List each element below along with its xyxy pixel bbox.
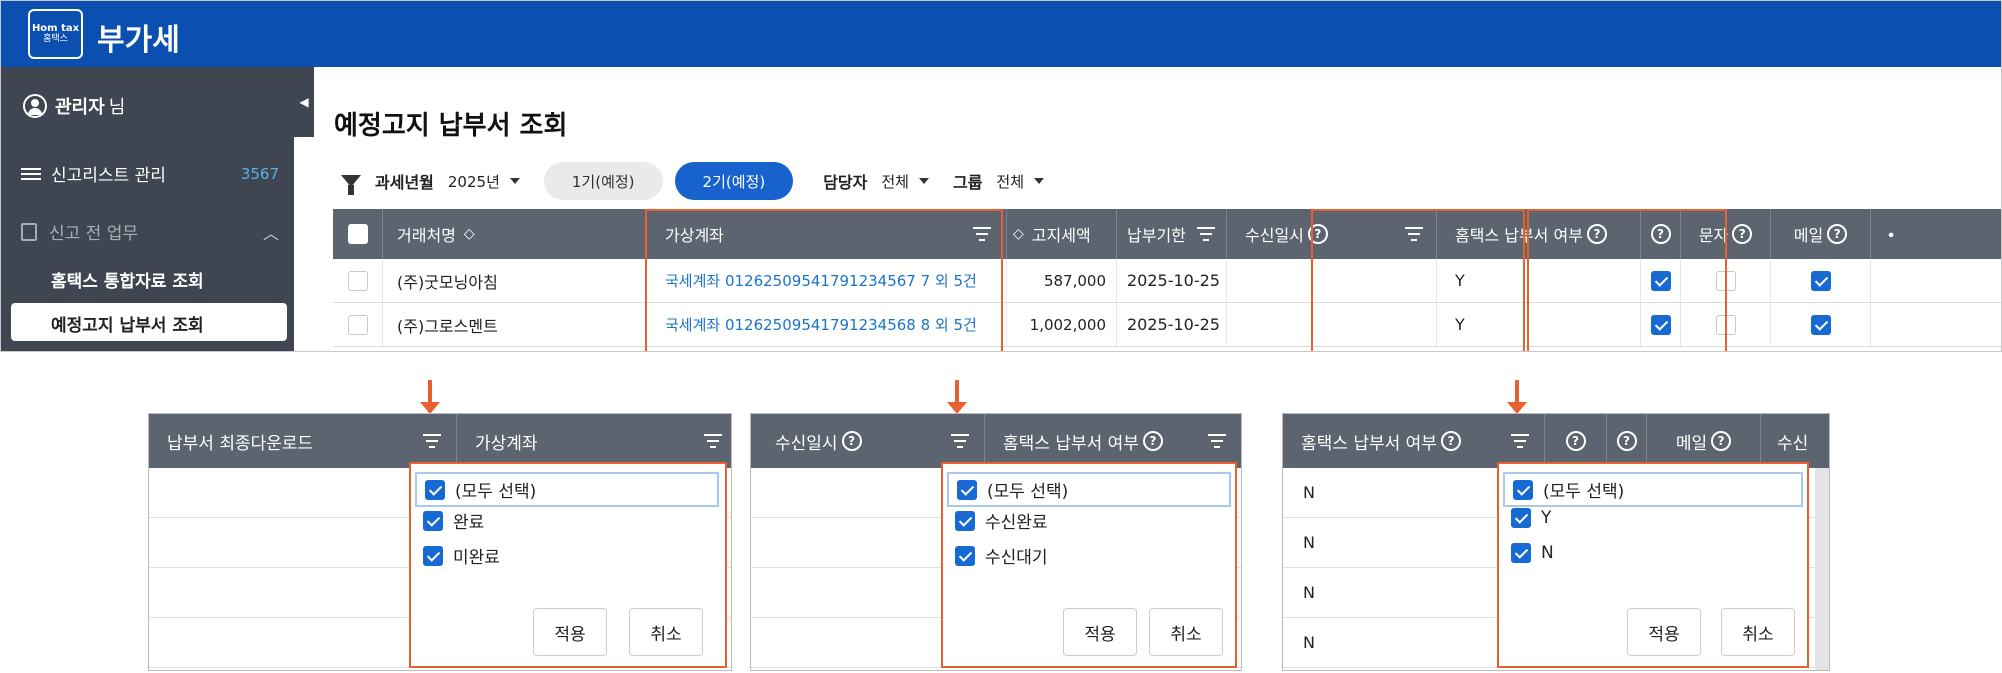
group-select[interactable]: 전체 [996,171,1024,192]
arrow-down-icon [947,380,967,414]
filter-option[interactable]: 수신완료 [955,508,1048,533]
help-icon[interactable]: ? [841,431,862,451]
apply-button[interactable]: 적용 [1627,608,1701,656]
select-all-checkbox[interactable] [347,224,368,244]
filter-lines-icon[interactable] [950,434,970,448]
row-checkbox[interactable] [347,314,368,335]
filter-lines-icon[interactable] [1510,434,1530,448]
sidebar-item-report-list[interactable]: 신고리스트 관리 3567 [21,161,279,186]
filter-icon [341,175,361,195]
sidebar-item-prenotice[interactable]: 예정고지 납부서 조회 [11,303,287,341]
filter-lines-icon[interactable] [1196,227,1216,241]
help-icon[interactable]: ? [1616,431,1637,451]
sidebar-item-hometax-data[interactable]: 홈택스 통합자료 조회 [51,267,204,292]
filter-lines-icon[interactable] [1207,434,1227,448]
column-mail[interactable]: 메일? [1771,209,1871,259]
chevron-down-icon[interactable] [1034,178,1045,184]
cancel-button[interactable]: 취소 [629,608,703,656]
column-q[interactable]: ? [1545,414,1607,468]
filter-option[interactable]: N [1511,543,1554,563]
apply-button[interactable]: 적용 [533,608,607,656]
arrow-down-icon [420,380,440,414]
apply-button[interactable]: 적용 [1063,608,1137,656]
user-name: 관리자 [55,97,105,118]
report-count-badge: 3567 [240,164,279,183]
column-vaccount[interactable]: 가상계좌 [457,414,731,468]
app-header: Hom tax 홈택스 부가세 [1,1,2001,67]
help-icon[interactable]: ? [1711,431,1732,451]
sidebar-collapse-button[interactable]: ◀ [294,67,314,137]
table-row[interactable]: (주)그로스멘트 국세계좌 01262509541791234568 8 외 5… [333,303,2001,347]
mail-checkbox[interactable] [1810,314,1831,335]
help-icon[interactable]: ? [1142,431,1163,451]
sidebar-group-prework[interactable]: 신고 전 업무 ︿ [21,219,279,244]
sort-icon[interactable]: ◇ [464,226,475,242]
filter-lines-icon[interactable] [422,434,442,448]
scrollbar[interactable] [1815,468,1829,670]
filter-option[interactable]: (모두 선택) [947,472,1231,507]
user-icon [23,94,47,118]
help-icon[interactable]: ? [1565,431,1586,451]
filter-bar: 과세년월 2025년 1기(예정) 2기(예정) 담당자 전체 그룹 전체 [341,161,1068,201]
list-icon [21,165,41,183]
period-2-button[interactable]: 2기(예정) [674,162,794,200]
filter-dropdown: (모두 선택) 수신완료 수신대기 적용 취소 [941,462,1237,668]
filter-option[interactable]: Y [1511,508,1551,528]
filter-panel-download: 납부서 최종다운로드 가상계좌 (모두 선택) 완료 미완료 적용 취소 [148,413,732,671]
column-company[interactable]: 거래처명 ◇ [383,209,647,259]
cancel-button[interactable]: 취소 [1721,608,1795,656]
sort-icon[interactable]: ◇ [1013,226,1024,242]
mail-checkbox[interactable] [1810,270,1831,291]
row-checkbox[interactable] [347,270,368,291]
filter-panel-received: 수신일시? 홈택스 납부서 여부? (모두 선택) 수신완료 수신대기 적용 취… [750,413,1242,671]
help-icon[interactable]: ? [1440,431,1461,451]
grid-header: 거래처명 ◇ 가상계좌 ◇ 고지세액 납부기한 수신일시? 홈택스 납부서 여부? … [333,209,2001,259]
arrow-down-icon [1507,380,1527,414]
app-title: 부가세 [97,23,180,58]
column-due[interactable]: 납부기한 [1117,209,1227,259]
column-cut[interactable]: 수신 [1761,414,1829,468]
filter-option[interactable]: 미완료 [423,543,500,568]
sidebar: 관리자 님 신고리스트 관리 3567 신고 전 업무 ︿ 홈택스 통합자료 조… [1,67,294,351]
filter-panel-hometax: 홈택스 납부서 여부? ? ? 메일? 수신 N N N N (모두 선택) Y… [1282,413,1830,671]
highlight-vaccount [645,209,1003,351]
filter-option[interactable]: (모두 선택) [415,472,719,507]
manager-select[interactable]: 전체 [881,171,909,192]
page-title: 예정고지 납부서 조회 [334,111,568,141]
column-mail[interactable]: 메일? [1647,414,1761,468]
filter-option[interactable]: 수신대기 [955,543,1048,568]
hometax-logo[interactable]: Hom tax 홈택스 [28,9,83,59]
notice-grid: 거래처명 ◇ 가상계좌 ◇ 고지세액 납부기한 수신일시? 홈택스 납부서 여부? … [333,209,2001,347]
column-hometax[interactable]: 홈택스 납부서 여부? [985,414,1241,468]
chevron-up-icon[interactable]: ︿ [263,220,279,244]
app-window: Hom tax 홈택스 부가세 관리자 님 신고리스트 관리 3567 신고 전… [0,0,2002,352]
user-info: 관리자 님 [23,93,125,119]
column-received[interactable]: 수신일시? [751,414,985,468]
help-icon[interactable]: ? [1827,224,1848,244]
chevron-down-icon[interactable] [918,178,929,184]
highlight-received [1311,209,1525,351]
highlight-hometax [1527,209,1727,351]
table-row[interactable]: (주)굿모닝아침 국세계좌 01262509541791234567 7 외 5… [333,259,2001,303]
cancel-button[interactable]: 취소 [1149,608,1223,656]
filter-lines-icon[interactable] [703,434,723,448]
help-icon[interactable]: ? [1732,224,1753,244]
tax-period-select[interactable]: 2025년 [448,171,500,192]
column-download[interactable]: 납부서 최종다운로드 [149,414,457,468]
column-amount[interactable]: ◇ 고지세액 [1007,209,1117,259]
column-hometax[interactable]: 홈택스 납부서 여부? [1283,414,1545,468]
document-icon [21,222,37,241]
column-q2[interactable]: ? [1607,414,1647,468]
filter-option[interactable]: (모두 선택) [1503,472,1803,507]
filter-option[interactable]: 완료 [423,508,484,533]
period-1-button[interactable]: 1기(예정) [543,162,663,200]
chevron-down-icon[interactable] [509,178,520,184]
filter-dropdown: (모두 선택) 완료 미완료 적용 취소 [409,462,727,668]
filter-dropdown: (모두 선택) Y N 적용 취소 [1497,462,1809,668]
